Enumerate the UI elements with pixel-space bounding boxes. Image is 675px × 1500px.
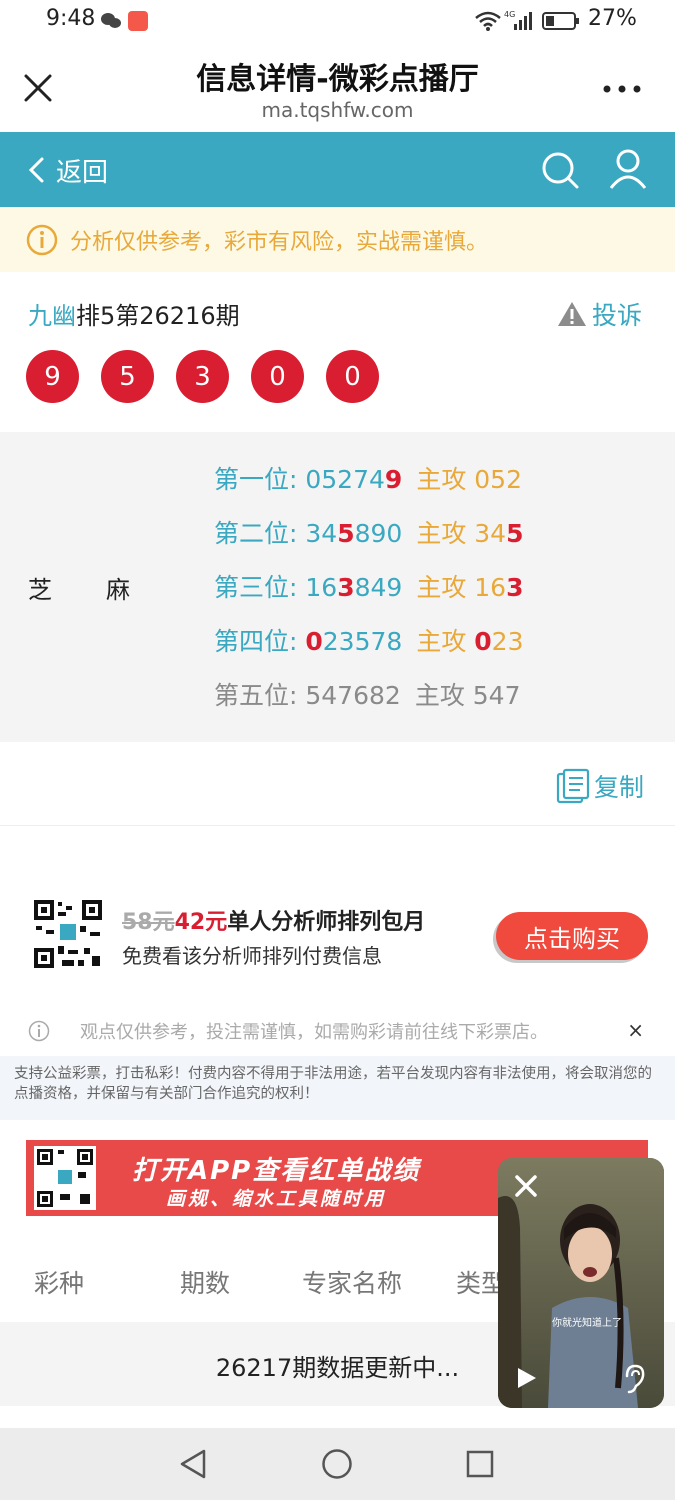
- row-label: 第三位: 163849: [214, 573, 403, 602]
- risk-notice: 分析仅供参考，彩市有风险，实战需谨慎。: [0, 207, 675, 272]
- wifi-icon: [475, 11, 501, 31]
- analyst-name-char: 麻: [106, 576, 130, 604]
- floating-video[interactable]: 你就光知道上了: [498, 1158, 664, 1408]
- user-icon[interactable]: [608, 148, 648, 190]
- search-icon[interactable]: [540, 150, 580, 190]
- svg-text:4G: 4G: [504, 10, 515, 19]
- notice-text: 分析仅供参考，彩市有风险，实战需谨慎。: [70, 229, 489, 255]
- info-icon: [28, 1020, 50, 1042]
- battery-percent: 27%: [588, 6, 637, 31]
- copy-button[interactable]: 复制: [556, 768, 644, 804]
- banner-headline: 打开APP查看红单战绩: [132, 1156, 421, 1186]
- more-icon[interactable]: [602, 84, 642, 94]
- nav-home-icon[interactable]: [321, 1448, 353, 1480]
- prediction-row: 第五位: 547682 主攻 547: [214, 676, 520, 712]
- draw-ball: 3: [176, 350, 229, 403]
- column-header: 期数: [180, 1269, 231, 1298]
- row-label: 第一位: 052749: [214, 465, 403, 494]
- system-nav-bar: [0, 1428, 675, 1500]
- back-button[interactable]: 返回: [26, 150, 108, 190]
- column-header: 彩种: [34, 1269, 85, 1298]
- promo-disclaimer: 观点仅供参考，投注需谨慎，如需购彩请前往线下彩票店。 ×: [28, 1018, 648, 1044]
- row-label: 第五位: 547682: [214, 681, 401, 710]
- nav-recent-apps-icon[interactable]: [466, 1450, 494, 1478]
- draw-ball: 0: [251, 350, 304, 403]
- wechat-icon: [101, 13, 121, 28]
- battery-icon: [542, 12, 579, 30]
- browser-url: ma.tqshfw.com: [261, 98, 414, 122]
- copy-label: 复制: [594, 773, 645, 802]
- prediction-row: 第四位: 023578 主攻 023: [214, 622, 523, 658]
- site-header: 返回: [0, 132, 675, 207]
- buy-button[interactable]: 点击购买: [496, 912, 648, 960]
- subscription-promo: 58元42元单人分析师排列包月 免费看该分析师排列付费信息 点击购买 观点仅供参…: [0, 826, 675, 1056]
- new-price: 42元: [174, 910, 228, 935]
- promo-subtitle: 免费看该分析师排列付费信息: [122, 944, 382, 968]
- old-price: 58元: [122, 910, 175, 935]
- row-label: 第二位: 345890: [214, 519, 403, 548]
- browser-title: 信息详情-微彩点播厅: [196, 62, 479, 97]
- chevron-left-icon: [28, 157, 44, 183]
- nav-back-icon[interactable]: [178, 1448, 208, 1480]
- status-bar: 9:48 4G 27%: [0, 0, 675, 44]
- analyst-name-char: 芝: [28, 576, 52, 604]
- draw-title: 九幽排5第26216期: [28, 296, 240, 331]
- analyst-name: 芝麻: [28, 570, 130, 605]
- row-main: 主攻 547: [414, 681, 521, 710]
- info-icon: [26, 224, 58, 255]
- legal-notice: 支持公益彩票，打击私彩！付费内容不得用于非法用途，若平台发现内容有非法使用，将会…: [0, 1056, 675, 1120]
- ear-icon[interactable]: [622, 1364, 646, 1394]
- row-main: 主攻 023: [416, 627, 524, 656]
- row-main: 主攻 052: [416, 465, 522, 494]
- promo-title-text: 单人分析师排列包月: [227, 910, 426, 935]
- prediction-row: 第三位: 163849 主攻 163: [214, 568, 523, 604]
- draw-title-prefix[interactable]: 九幽: [28, 302, 76, 330]
- play-icon[interactable]: [516, 1366, 538, 1390]
- close-icon[interactable]: [514, 1174, 538, 1198]
- copy-icon: [556, 768, 590, 804]
- close-disclaimer-button[interactable]: ×: [627, 1018, 644, 1042]
- status-time: 9:48: [46, 6, 96, 31]
- qr-code-icon: [32, 898, 104, 970]
- draw-balls: 9 5 3 0 0: [26, 350, 379, 403]
- prediction-row: 第一位: 052749 主攻 052: [214, 460, 522, 496]
- signal-icon: 4G: [504, 10, 532, 30]
- draw-title-rest: 排5第26216期: [76, 302, 240, 330]
- warning-icon: [558, 302, 586, 326]
- qr-code-icon: [34, 1146, 96, 1210]
- promo-title: 58元42元单人分析师排列包月: [122, 904, 425, 936]
- complaint-label: 投诉: [592, 301, 643, 330]
- back-label: 返回: [56, 157, 109, 188]
- row-main: 主攻 163: [416, 573, 524, 602]
- row-main: 主攻 345: [416, 519, 524, 548]
- draw-ball: 0: [326, 350, 379, 403]
- row-label: 第四位: 023578: [214, 627, 403, 656]
- draw-ball: 5: [101, 350, 154, 403]
- draw-ball: 9: [26, 350, 79, 403]
- video-caption: 你就光知道上了: [552, 1318, 622, 1329]
- copy-row: 复制: [0, 742, 675, 826]
- draw-result: 九幽排5第26216期 投诉 9 5 3 0 0: [0, 272, 675, 432]
- complaint-button[interactable]: 投诉: [556, 296, 642, 332]
- prediction-panel: 芝麻 第一位: 052749 主攻 052 第二位: 345890 主攻 345 第…: [0, 432, 675, 742]
- disclaimer-text: 观点仅供参考，投注需谨慎，如需购彩请前往线下彩票店。: [80, 1022, 548, 1043]
- app-notification-icon: [128, 11, 148, 31]
- banner-subline: 画规、缩水工具随时用: [166, 1188, 387, 1210]
- browser-bar: 信息详情-微彩点播厅 ma.tqshfw.com: [0, 44, 675, 132]
- prediction-row: 第二位: 345890 主攻 345: [214, 514, 523, 550]
- column-header: 专家名称: [302, 1269, 403, 1298]
